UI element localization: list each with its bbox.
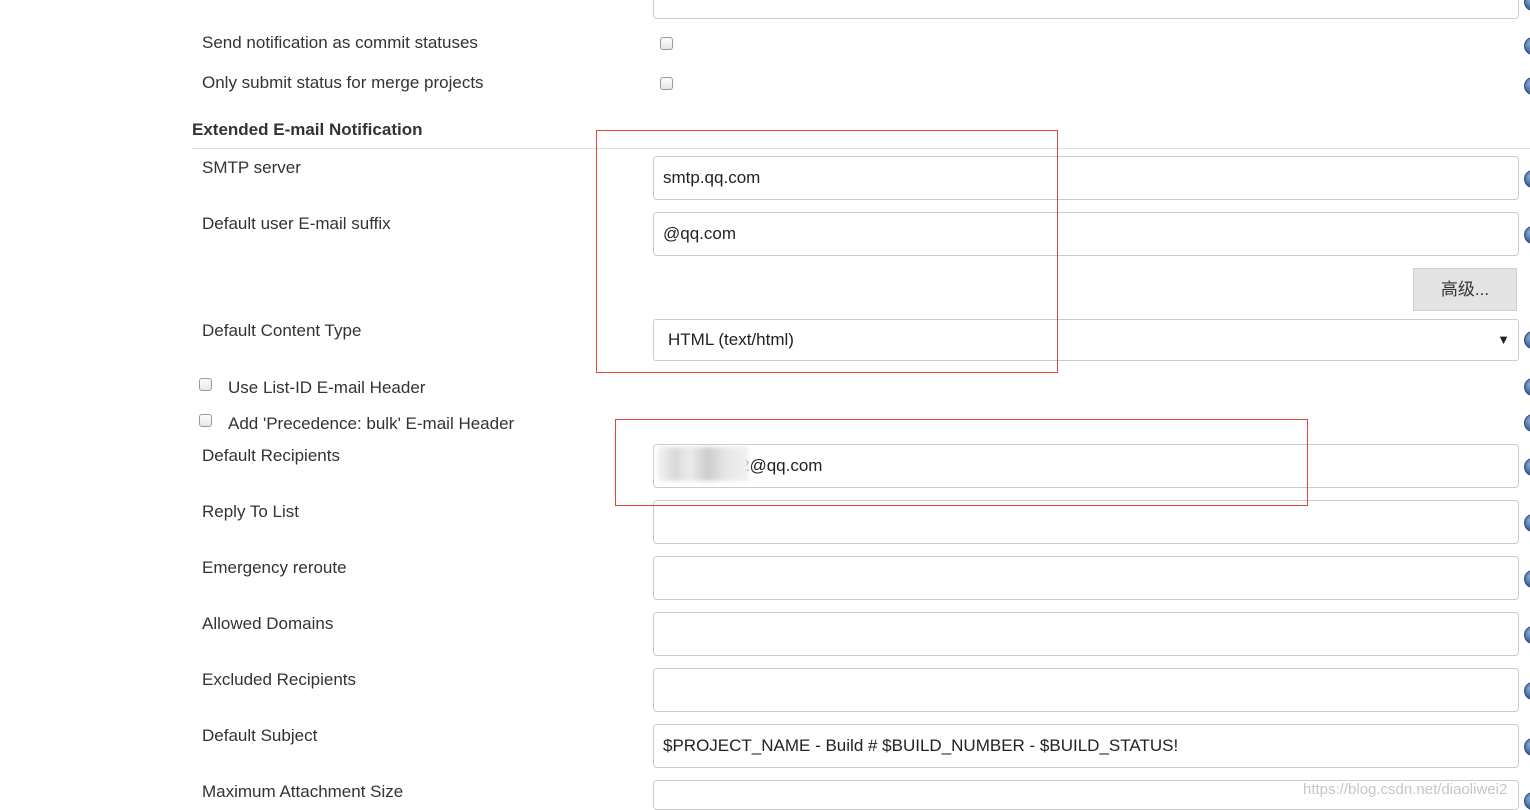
list-id-header-label: Use List-ID E-mail Header xyxy=(228,378,426,397)
help-icon[interactable] xyxy=(1524,570,1530,588)
default-recipients-input[interactable]: 2@qq.com xyxy=(653,444,1519,488)
redacted-text-blur xyxy=(657,447,749,481)
merge-projects-label: Only submit status for merge projects xyxy=(202,73,484,92)
emergency-reroute-label: Emergency reroute xyxy=(202,558,347,577)
help-icon[interactable] xyxy=(1524,0,1530,11)
section-divider xyxy=(192,148,1530,149)
emergency-reroute-input[interactable] xyxy=(653,556,1519,600)
default-suffix-input[interactable]: @qq.com xyxy=(653,212,1519,256)
merge-projects-checkbox[interactable] xyxy=(660,77,673,90)
help-icon[interactable] xyxy=(1524,792,1530,810)
allowed-domains-input[interactable] xyxy=(653,612,1519,656)
allowed-domains-label: Allowed Domains xyxy=(202,614,334,633)
default-subject-input[interactable]: $PROJECT_NAME - Build # $BUILD_NUMBER - … xyxy=(653,724,1519,768)
default-subject-label: Default Subject xyxy=(202,726,318,745)
help-icon[interactable] xyxy=(1524,37,1530,55)
send-notification-label: Send notification as commit statuses xyxy=(202,33,478,52)
max-attachment-label: Maximum Attachment Size xyxy=(202,782,404,801)
smtp-server-label: SMTP server xyxy=(202,158,301,177)
smtp-server-input[interactable]: smtp.qq.com xyxy=(653,156,1519,200)
send-notification-checkbox[interactable] xyxy=(660,37,673,50)
precedence-header-label: Add 'Precedence: bulk' E-mail Header xyxy=(228,414,515,433)
watermark: https://blog.csdn.net/diaoliwei2 xyxy=(1303,781,1508,798)
previous-field-input[interactable] xyxy=(653,0,1519,19)
help-icon[interactable] xyxy=(1524,414,1530,432)
help-icon[interactable] xyxy=(1524,738,1530,756)
help-icon[interactable] xyxy=(1524,331,1530,349)
content-type-select[interactable]: HTML (text/html) ▼ xyxy=(653,319,1519,361)
help-icon[interactable] xyxy=(1524,514,1530,532)
help-icon[interactable] xyxy=(1524,77,1530,95)
excluded-recipients-input[interactable] xyxy=(653,668,1519,712)
chevron-down-icon: ▼ xyxy=(1497,332,1510,347)
default-recipients-value: 2@qq.com xyxy=(740,456,823,475)
help-icon[interactable] xyxy=(1524,170,1530,188)
help-icon[interactable] xyxy=(1524,458,1530,476)
reply-to-input[interactable] xyxy=(653,500,1519,544)
reply-to-label: Reply To List xyxy=(202,502,300,521)
help-icon[interactable] xyxy=(1524,226,1530,244)
list-id-header-checkbox[interactable] xyxy=(199,378,212,391)
advanced-button[interactable]: 高级... xyxy=(1413,268,1517,311)
help-icon[interactable] xyxy=(1524,378,1530,396)
help-icon[interactable] xyxy=(1524,626,1530,644)
precedence-header-checkbox[interactable] xyxy=(199,414,212,427)
default-suffix-label: Default user E-mail suffix xyxy=(202,214,391,233)
section-title: Extended E-mail Notification xyxy=(192,120,423,139)
content-type-label: Default Content Type xyxy=(202,321,362,340)
content-type-selected: HTML (text/html) xyxy=(668,330,794,349)
default-recipients-label: Default Recipients xyxy=(202,446,340,465)
excluded-recipients-label: Excluded Recipients xyxy=(202,670,357,689)
help-icon[interactable] xyxy=(1524,682,1530,700)
